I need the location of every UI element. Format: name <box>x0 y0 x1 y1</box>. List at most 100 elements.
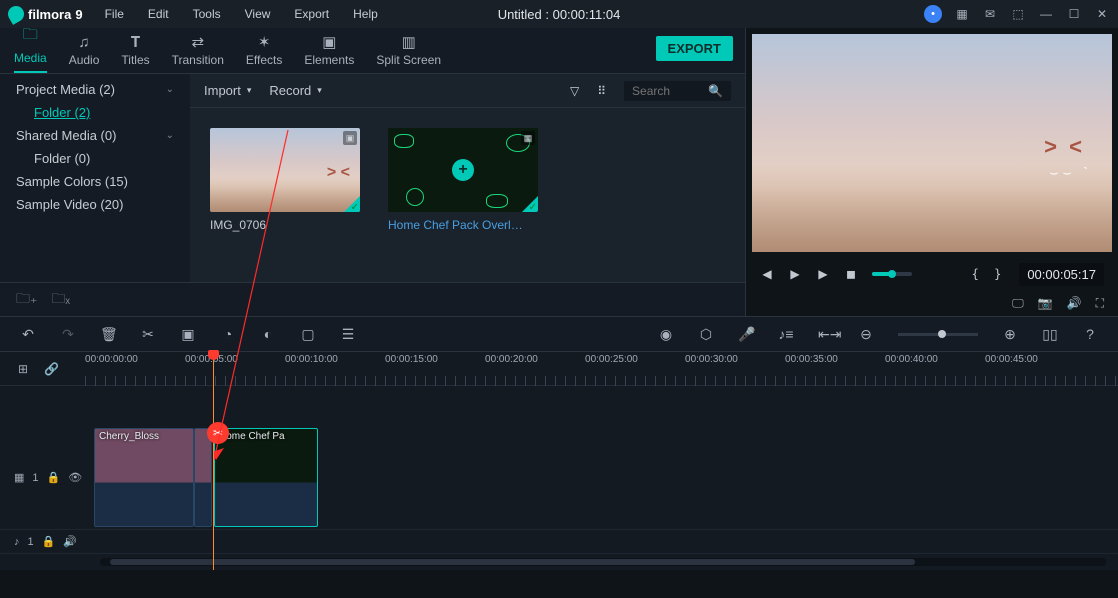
main-tabs: 🗀Media ♫Audio 𝐓Titles ⇄Transition ✶Effec… <box>0 28 745 74</box>
menu-file[interactable]: File <box>95 3 134 25</box>
close-icon[interactable]: ✕ <box>1094 6 1110 22</box>
menu-view[interactable]: View <box>235 3 281 25</box>
profile-avatar[interactable]: • <box>924 5 942 23</box>
sidebar-item-shared-media[interactable]: Shared Media (0)⌄ <box>0 124 190 147</box>
volume-icon[interactable]: 🔊 <box>1067 296 1082 310</box>
preview-view-controls: 🖵 📷 🔊 ⛶ <box>746 290 1118 316</box>
effects-icon: ✶ <box>258 33 271 51</box>
media-item-label: Home Chef Pack Overl… <box>388 218 538 232</box>
chevron-down-icon: ⌄ <box>166 130 174 141</box>
ruler-tick: 00:00:40:00 <box>885 354 938 365</box>
timeline-toolbar: ↶ ↷ 🗑 ✂ ▣ ◔ ◐ ▢ ☰ ◉ ⬡ 🎤 ♪≡ ⇤⇥ ⊖ ⊕ ▯▯ ? <box>0 316 1118 352</box>
maximize-icon[interactable]: ☐ <box>1066 6 1082 22</box>
ruler-tick: 00:00:35:00 <box>785 354 838 365</box>
mute-icon[interactable]: 🔊 <box>63 535 77 548</box>
marker-icon[interactable]: ⬡ <box>698 326 714 343</box>
grid-view-icon[interactable]: ⠿ <box>597 84 606 98</box>
sidebar-item-folder-0[interactable]: Folder (0) <box>0 147 190 170</box>
link-icon[interactable]: 🔗 <box>44 362 59 376</box>
search-input[interactable] <box>632 84 702 98</box>
crop-icon[interactable]: ▣ <box>180 326 196 343</box>
zoom-out-icon[interactable]: ⊖ <box>858 326 874 343</box>
fullscreen-icon[interactable]: ⛶ <box>1096 296 1104 311</box>
search-icon: 🔍 <box>708 84 723 98</box>
export-button[interactable]: EXPORT <box>656 36 733 61</box>
window-controls: • ▦ ✉ ⬚ — ☐ ✕ <box>924 5 1110 23</box>
import-dropdown[interactable]: Import ▾ <box>204 83 251 98</box>
media-item-homechef[interactable]: + ▦ Home Chef Pack Overl… <box>388 128 538 232</box>
window-title: Untitled : 00:00:11:04 <box>498 7 621 22</box>
logo-icon <box>5 3 27 25</box>
lock-icon[interactable]: 🔒 <box>47 471 61 484</box>
tab-elements[interactable]: ▣Elements <box>304 33 354 73</box>
next-frame-icon[interactable]: ▶ <box>816 267 830 281</box>
undo-icon[interactable]: ↶ <box>20 326 36 343</box>
folder-icon: 🗀 <box>23 24 38 49</box>
redo-icon[interactable]: ↷ <box>60 326 76 343</box>
sidebar-item-sample-video[interactable]: Sample Video (20) <box>0 193 190 216</box>
timeline-clip[interactable] <box>194 428 212 527</box>
sidebar-item-folder-2[interactable]: Folder (2) <box>0 101 190 124</box>
quality-icon[interactable]: 🖵 <box>1012 296 1024 311</box>
zoom-slider[interactable] <box>898 333 978 336</box>
timeline-clip[interactable]: Cherry_Bloss <box>94 428 194 527</box>
mark-in-out-icon[interactable]: { } <box>972 267 1006 281</box>
menu-help[interactable]: Help <box>343 3 388 25</box>
mail-icon[interactable]: ✉ <box>982 6 998 22</box>
minimize-icon[interactable]: — <box>1038 6 1054 22</box>
zoom-in-icon[interactable]: ⊕ <box>1002 326 1018 343</box>
media-sidebar: Project Media (2)⌄ Folder (2) Shared Med… <box>0 74 190 282</box>
preview-transport: ◀ ▶ ▶ ◼ { } 00:00:05:17 <box>746 258 1118 290</box>
lock-icon[interactable]: 🔒 <box>42 535 56 548</box>
app-version: 9 <box>75 7 82 22</box>
clip-label: Cherry_Bloss <box>99 431 159 442</box>
tab-media[interactable]: 🗀Media <box>14 24 47 73</box>
titles-icon: 𝐓 <box>131 34 141 51</box>
menu-export[interactable]: Export <box>284 3 339 25</box>
ruler-tick: 00:00:25:00 <box>585 354 638 365</box>
voiceover-icon[interactable]: 🎤 <box>738 326 754 343</box>
tab-titles[interactable]: 𝐓Titles <box>121 34 149 73</box>
track-manage-icon[interactable]: ▯▯ <box>1042 326 1058 343</box>
menu-edit[interactable]: Edit <box>138 3 179 25</box>
audio-mixer-icon[interactable]: ♪≡ <box>778 326 794 342</box>
fit-icon[interactable]: ⇤⇥ <box>818 326 834 343</box>
snapshot-icon[interactable]: 📷 <box>1038 296 1053 310</box>
filter-icon[interactable]: ▽ <box>570 84 579 98</box>
record-dropdown[interactable]: Record ▾ <box>269 83 321 98</box>
audio-track-content[interactable] <box>94 530 1118 553</box>
app-name: filmora <box>28 7 71 22</box>
delete-folder-icon[interactable]: 🗀ₓ <box>51 288 70 312</box>
store-icon[interactable]: ▦ <box>954 6 970 22</box>
tab-transition[interactable]: ⇄Transition <box>172 33 224 73</box>
transition-icon: ⇄ <box>191 33 204 51</box>
new-folder-icon[interactable]: 🗀₊ <box>16 288 37 312</box>
stop-icon[interactable]: ◼ <box>844 267 858 281</box>
annotation-arrow <box>288 130 289 470</box>
mic-record-icon[interactable]: ⬚ <box>1010 6 1026 22</box>
preview-timecode: 00:00:05:17 <box>1019 263 1104 286</box>
tab-audio[interactable]: ♫Audio <box>69 34 100 73</box>
search-box[interactable]: 🔍 <box>624 81 731 101</box>
preview-volume-slider[interactable] <box>872 272 912 276</box>
eye-icon[interactable]: 👁 <box>68 471 82 484</box>
tab-split-screen[interactable]: ▥Split Screen <box>376 33 441 73</box>
delete-icon[interactable]: 🗑 <box>100 326 116 343</box>
add-icon[interactable]: + <box>452 159 474 181</box>
preview-canvas[interactable]: > < ⌣ ⌣ ` <box>752 34 1112 252</box>
menu-tools[interactable]: Tools <box>183 3 231 25</box>
split-icon[interactable]: ✂ <box>140 326 156 343</box>
tab-effects[interactable]: ✶Effects <box>246 33 282 73</box>
render-icon[interactable]: ◉ <box>658 326 674 343</box>
timeline-scrollbar[interactable] <box>100 558 1106 566</box>
sidebar-bottom-actions: 🗀₊ 🗀ₓ <box>0 282 745 316</box>
audio-track-1: ♪1 🔒 🔊 <box>0 530 1118 554</box>
help-icon[interactable]: ? <box>1082 326 1098 342</box>
timeline: ⊞ 🔗 00:00:00:0000:00:05:0000:00:10:0000:… <box>0 352 1118 570</box>
play-icon[interactable]: ▶ <box>788 267 802 281</box>
sidebar-item-project-media[interactable]: Project Media (2)⌄ <box>0 78 190 101</box>
sidebar-item-sample-colors[interactable]: Sample Colors (15) <box>0 170 190 193</box>
video-track-1: ▦1 🔒 👁 Cherry_BlossHome Chef Pa <box>0 426 1118 530</box>
track-add-icon[interactable]: ⊞ <box>18 362 28 376</box>
prev-frame-icon[interactable]: ◀ <box>760 267 774 281</box>
